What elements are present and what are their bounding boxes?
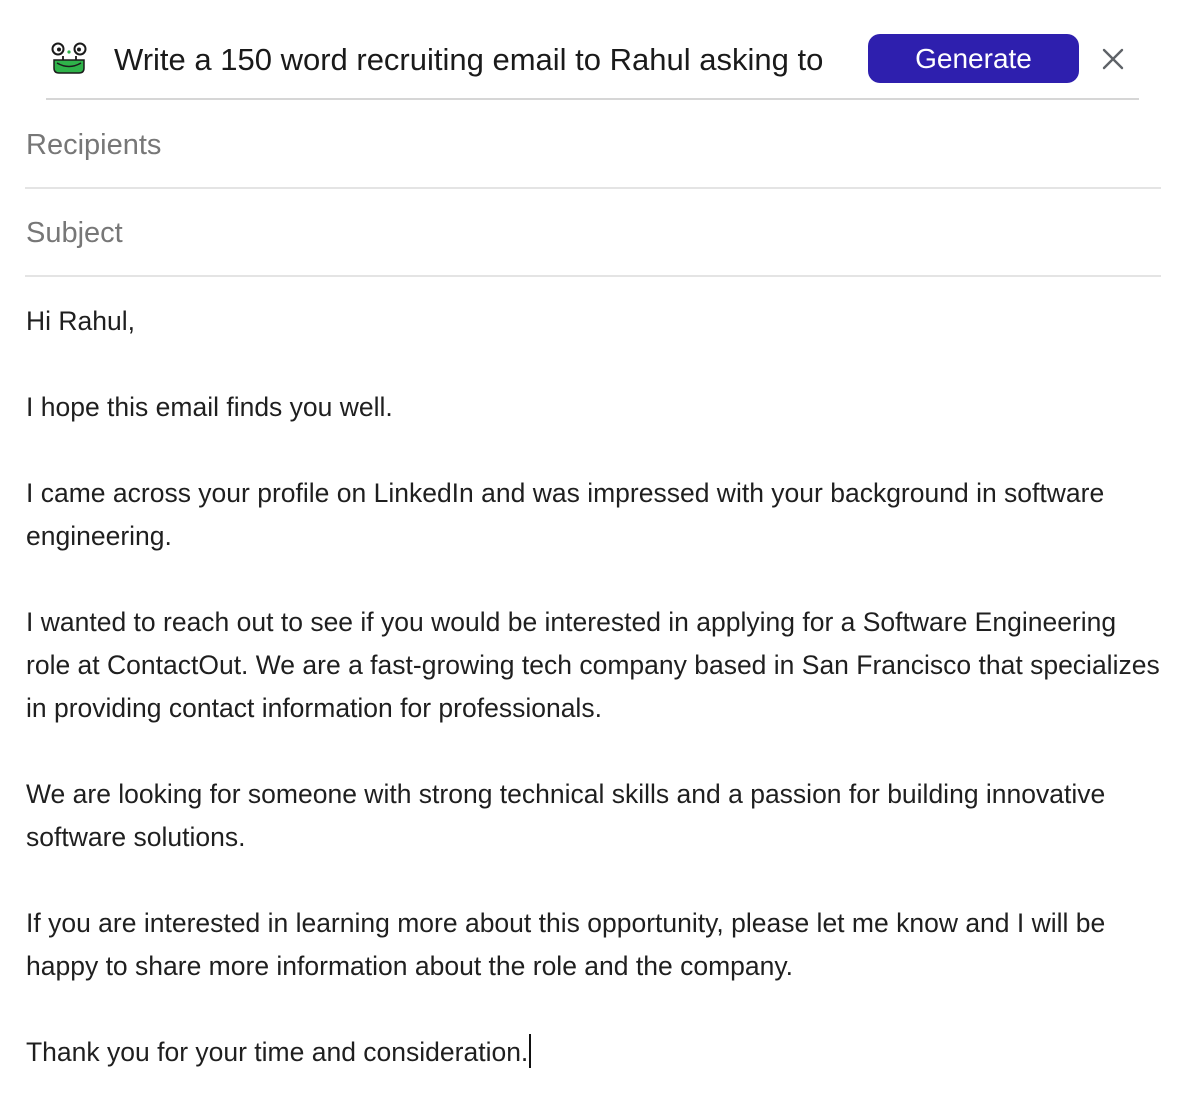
recipients-field[interactable]: Recipients xyxy=(25,101,1161,189)
email-closing-text: Thank you for your time and consideratio… xyxy=(26,1037,529,1067)
email-paragraph: I came across your profile on LinkedIn a… xyxy=(26,478,1105,551)
subject-placeholder: Subject xyxy=(26,217,123,249)
email-closing: Thank you for your time and consideratio… xyxy=(26,1031,1162,1074)
email-body-editor[interactable]: Hi Rahul, I hope this email finds you we… xyxy=(26,300,1162,1074)
email-greeting: Hi Rahul, xyxy=(26,306,135,336)
recipients-placeholder: Recipients xyxy=(26,129,162,161)
email-paragraph: If you are interested in learning more a… xyxy=(26,908,1106,981)
email-paragraph: I hope this email finds you well. xyxy=(26,392,393,422)
text-cursor xyxy=(529,1034,532,1068)
prompt-input[interactable]: Write a 150 word recruiting email to Rah… xyxy=(114,40,826,80)
robot-frog-icon xyxy=(49,42,89,76)
close-icon[interactable] xyxy=(1100,46,1126,72)
generate-button[interactable]: Generate xyxy=(868,34,1079,83)
email-paragraph: We are looking for someone with strong t… xyxy=(26,779,1106,852)
subject-field[interactable]: Subject xyxy=(25,189,1161,277)
email-paragraph: I wanted to reach out to see if you woul… xyxy=(26,607,1160,723)
ai-prompt-bar: Write a 150 word recruiting email to Rah… xyxy=(46,26,1139,100)
